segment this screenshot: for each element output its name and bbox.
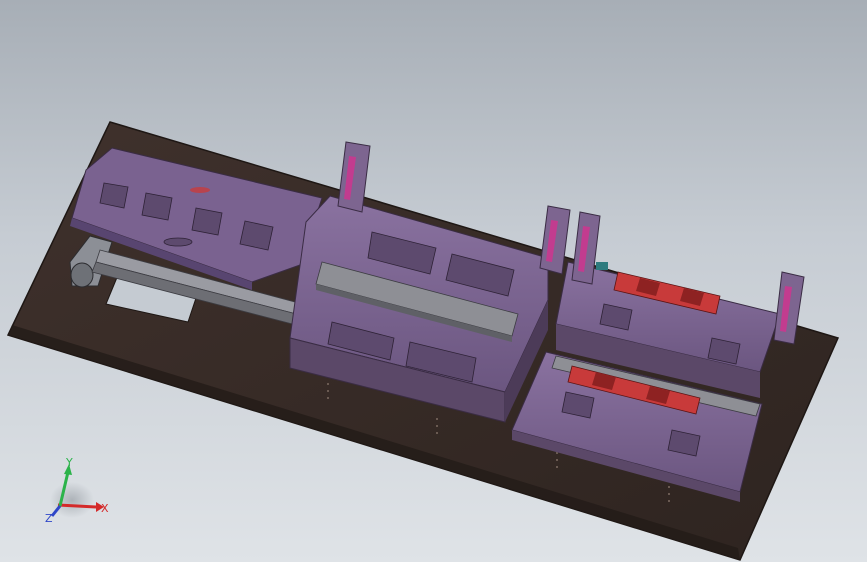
y-axis-label: Y bbox=[65, 456, 73, 469]
red-slot bbox=[190, 187, 210, 193]
sensor-block bbox=[596, 262, 608, 270]
cad-viewport[interactable]: X Y Z bbox=[0, 0, 867, 562]
axis-triad: X Y Z bbox=[45, 456, 109, 525]
x-axis-label: X bbox=[101, 502, 109, 515]
z-axis-label: Z bbox=[45, 512, 53, 525]
assembly-model[interactable]: X Y Z bbox=[0, 0, 867, 562]
x-axis-arrow bbox=[57, 503, 97, 509]
